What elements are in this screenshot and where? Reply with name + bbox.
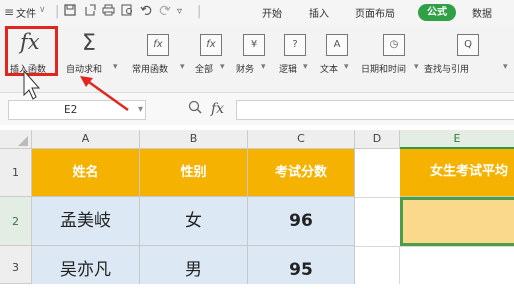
name-box-dropdown-icon[interactable]: ▾ xyxy=(138,100,143,120)
text-button[interactable]: 文本 xyxy=(320,62,338,75)
select-all-triangle-icon[interactable] xyxy=(18,136,28,146)
finance-button[interactable]: 财务 xyxy=(236,62,254,75)
tab-data[interactable]: 数据 xyxy=(472,5,492,20)
lookup-reference-button[interactable]: 查找与引用 xyxy=(424,62,469,75)
column-header-a[interactable]: A xyxy=(32,130,140,149)
export-icon[interactable] xyxy=(84,4,96,21)
common-functions-button[interactable]: 常用函数 xyxy=(132,62,168,75)
divider: | xyxy=(197,4,202,19)
formula-input[interactable] xyxy=(236,100,514,120)
cell-e2-selected[interactable] xyxy=(400,197,514,246)
column-header-b[interactable]: B xyxy=(140,130,248,149)
column-header-e[interactable]: E xyxy=(400,130,514,149)
date-time-icon[interactable]: ◷ xyxy=(383,34,405,56)
table-header-cell[interactable]: 考试分数 xyxy=(248,149,355,197)
autosum-icon[interactable]: Σ xyxy=(82,31,96,56)
tab-home[interactable]: 开始 xyxy=(262,5,282,20)
logic-icon[interactable]: ? xyxy=(284,34,306,56)
quick-access-dropdown-icon[interactable]: ▿ xyxy=(177,4,182,20)
autosum-dropdown-icon[interactable]: ▾ xyxy=(113,62,118,72)
tab-insert[interactable]: 插入 xyxy=(309,5,329,20)
file-menu[interactable]: 文件 xyxy=(16,5,36,20)
zoom-search-icon[interactable] xyxy=(188,100,202,120)
text-icon[interactable]: A xyxy=(326,34,348,56)
column-header-d[interactable]: D xyxy=(355,130,400,149)
table-cell[interactable]: 吴亦凡 xyxy=(32,246,140,284)
logic-button[interactable]: 逻辑 xyxy=(279,62,297,75)
print-preview-icon[interactable] xyxy=(121,4,134,21)
all-functions-dropdown-icon[interactable]: ▾ xyxy=(220,62,225,72)
fx-icon[interactable]: fx xyxy=(211,99,224,119)
save-icon[interactable] xyxy=(64,4,76,21)
cell-e1[interactable]: 女生考试平均 xyxy=(400,149,514,197)
table-cell[interactable]: 男 xyxy=(140,246,248,284)
print-icon[interactable] xyxy=(102,4,115,21)
table-cell[interactable]: 孟美岐 xyxy=(32,197,140,246)
lookup-reference-icon[interactable]: Q xyxy=(457,34,479,56)
undo-icon[interactable] xyxy=(140,4,153,21)
hamburger-menu-icon[interactable]: ≡ xyxy=(4,4,14,20)
gridline xyxy=(355,197,400,198)
divider: | xyxy=(55,4,60,19)
table-cell[interactable]: 95 xyxy=(248,246,355,284)
common-functions-dropdown-icon[interactable]: ▾ xyxy=(180,62,185,72)
date-time-button[interactable]: 日期和时间 xyxy=(361,62,406,75)
tab-page-layout[interactable]: 页面布局 xyxy=(355,5,395,20)
column-header-c[interactable]: C xyxy=(248,130,355,149)
all-functions-icon[interactable]: fx xyxy=(200,34,222,56)
logic-dropdown-icon[interactable]: ▾ xyxy=(303,62,308,72)
name-box[interactable]: E2 xyxy=(8,100,146,120)
table-header-cell[interactable]: 姓名 xyxy=(32,149,140,197)
file-menu-caret-icon[interactable]: ∨ xyxy=(39,5,46,15)
tab-formula[interactable]: 公式 xyxy=(418,4,456,21)
redo-icon[interactable] xyxy=(158,4,171,21)
gridline xyxy=(399,246,400,284)
gridline xyxy=(355,246,514,247)
all-functions-button[interactable]: 全部 xyxy=(195,62,213,75)
finance-icon[interactable]: ¥ xyxy=(243,34,265,56)
autosum-button[interactable]: 自动求和 xyxy=(66,62,102,75)
row-header-3[interactable]: 3 xyxy=(0,246,32,284)
table-cell[interactable]: 96 xyxy=(248,197,355,246)
common-functions-icon[interactable]: fx xyxy=(147,34,169,56)
date-time-dropdown-icon[interactable]: ▾ xyxy=(414,62,419,72)
row-header-2[interactable]: 2 xyxy=(0,197,32,246)
table-cell[interactable]: 女 xyxy=(140,197,248,246)
row-header-1[interactable]: 1 xyxy=(0,149,32,197)
text-dropdown-icon[interactable]: ▾ xyxy=(344,62,349,72)
table-header-cell[interactable]: 性别 xyxy=(140,149,248,197)
finance-dropdown-icon[interactable]: ▾ xyxy=(261,62,266,72)
highlight-annotation-box xyxy=(5,26,58,76)
lookup-reference-dropdown-icon[interactable]: ▾ xyxy=(503,62,508,72)
